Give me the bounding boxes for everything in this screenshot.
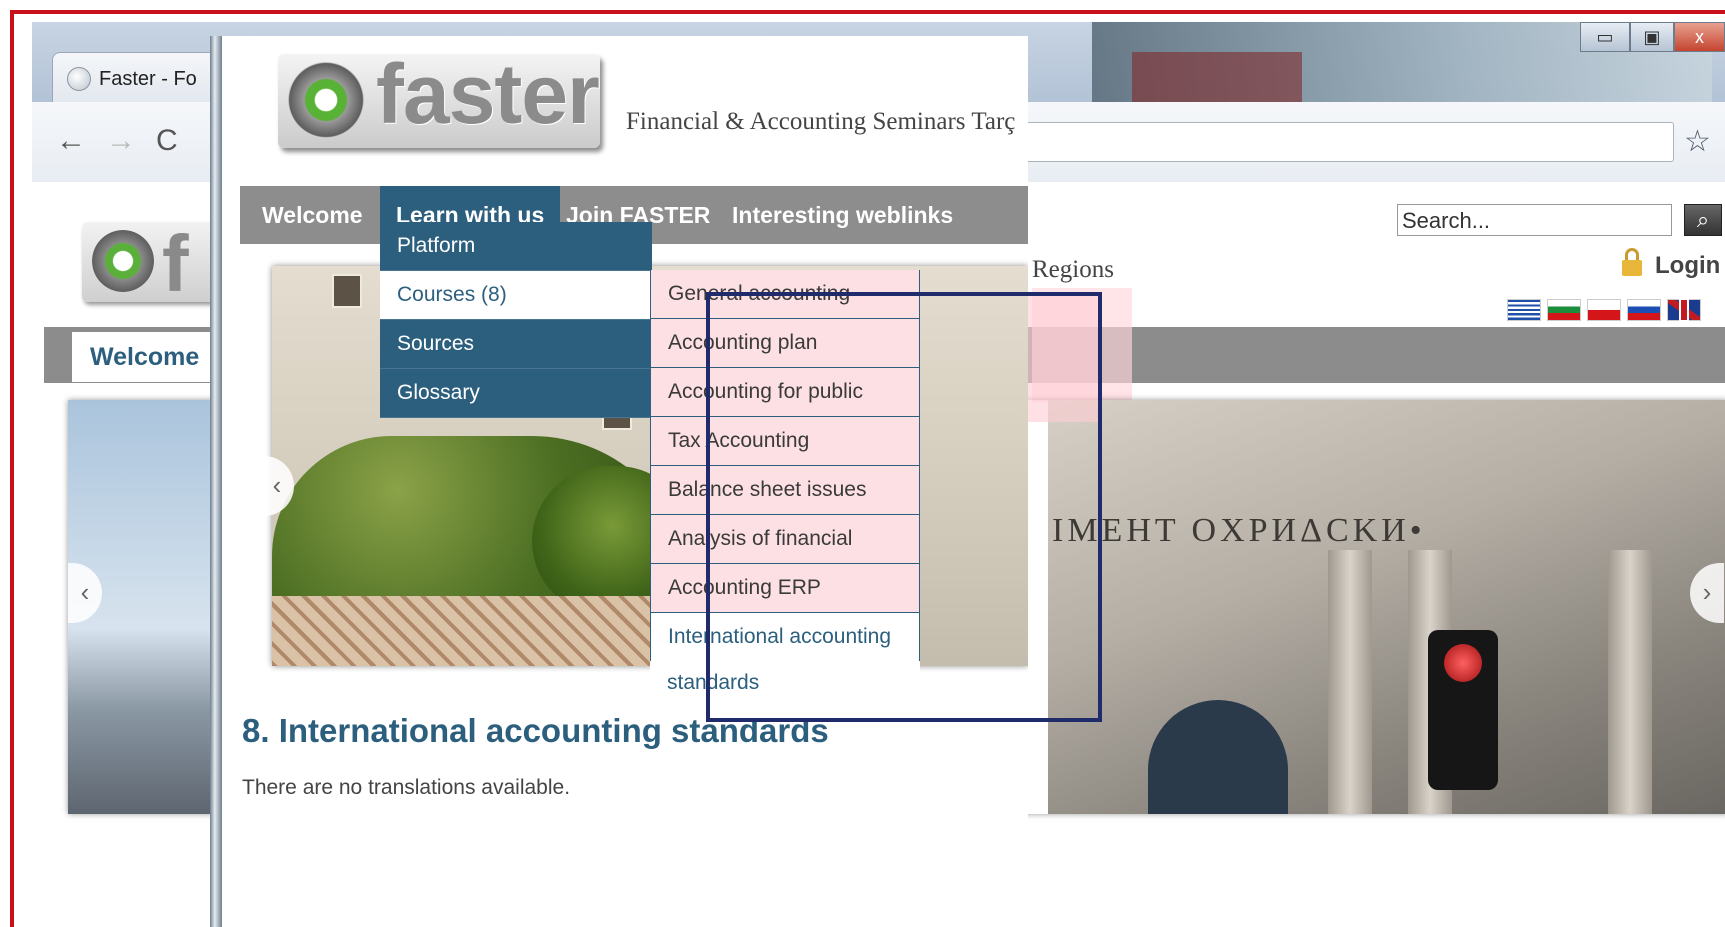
annotation-red-frame xyxy=(10,10,1725,927)
